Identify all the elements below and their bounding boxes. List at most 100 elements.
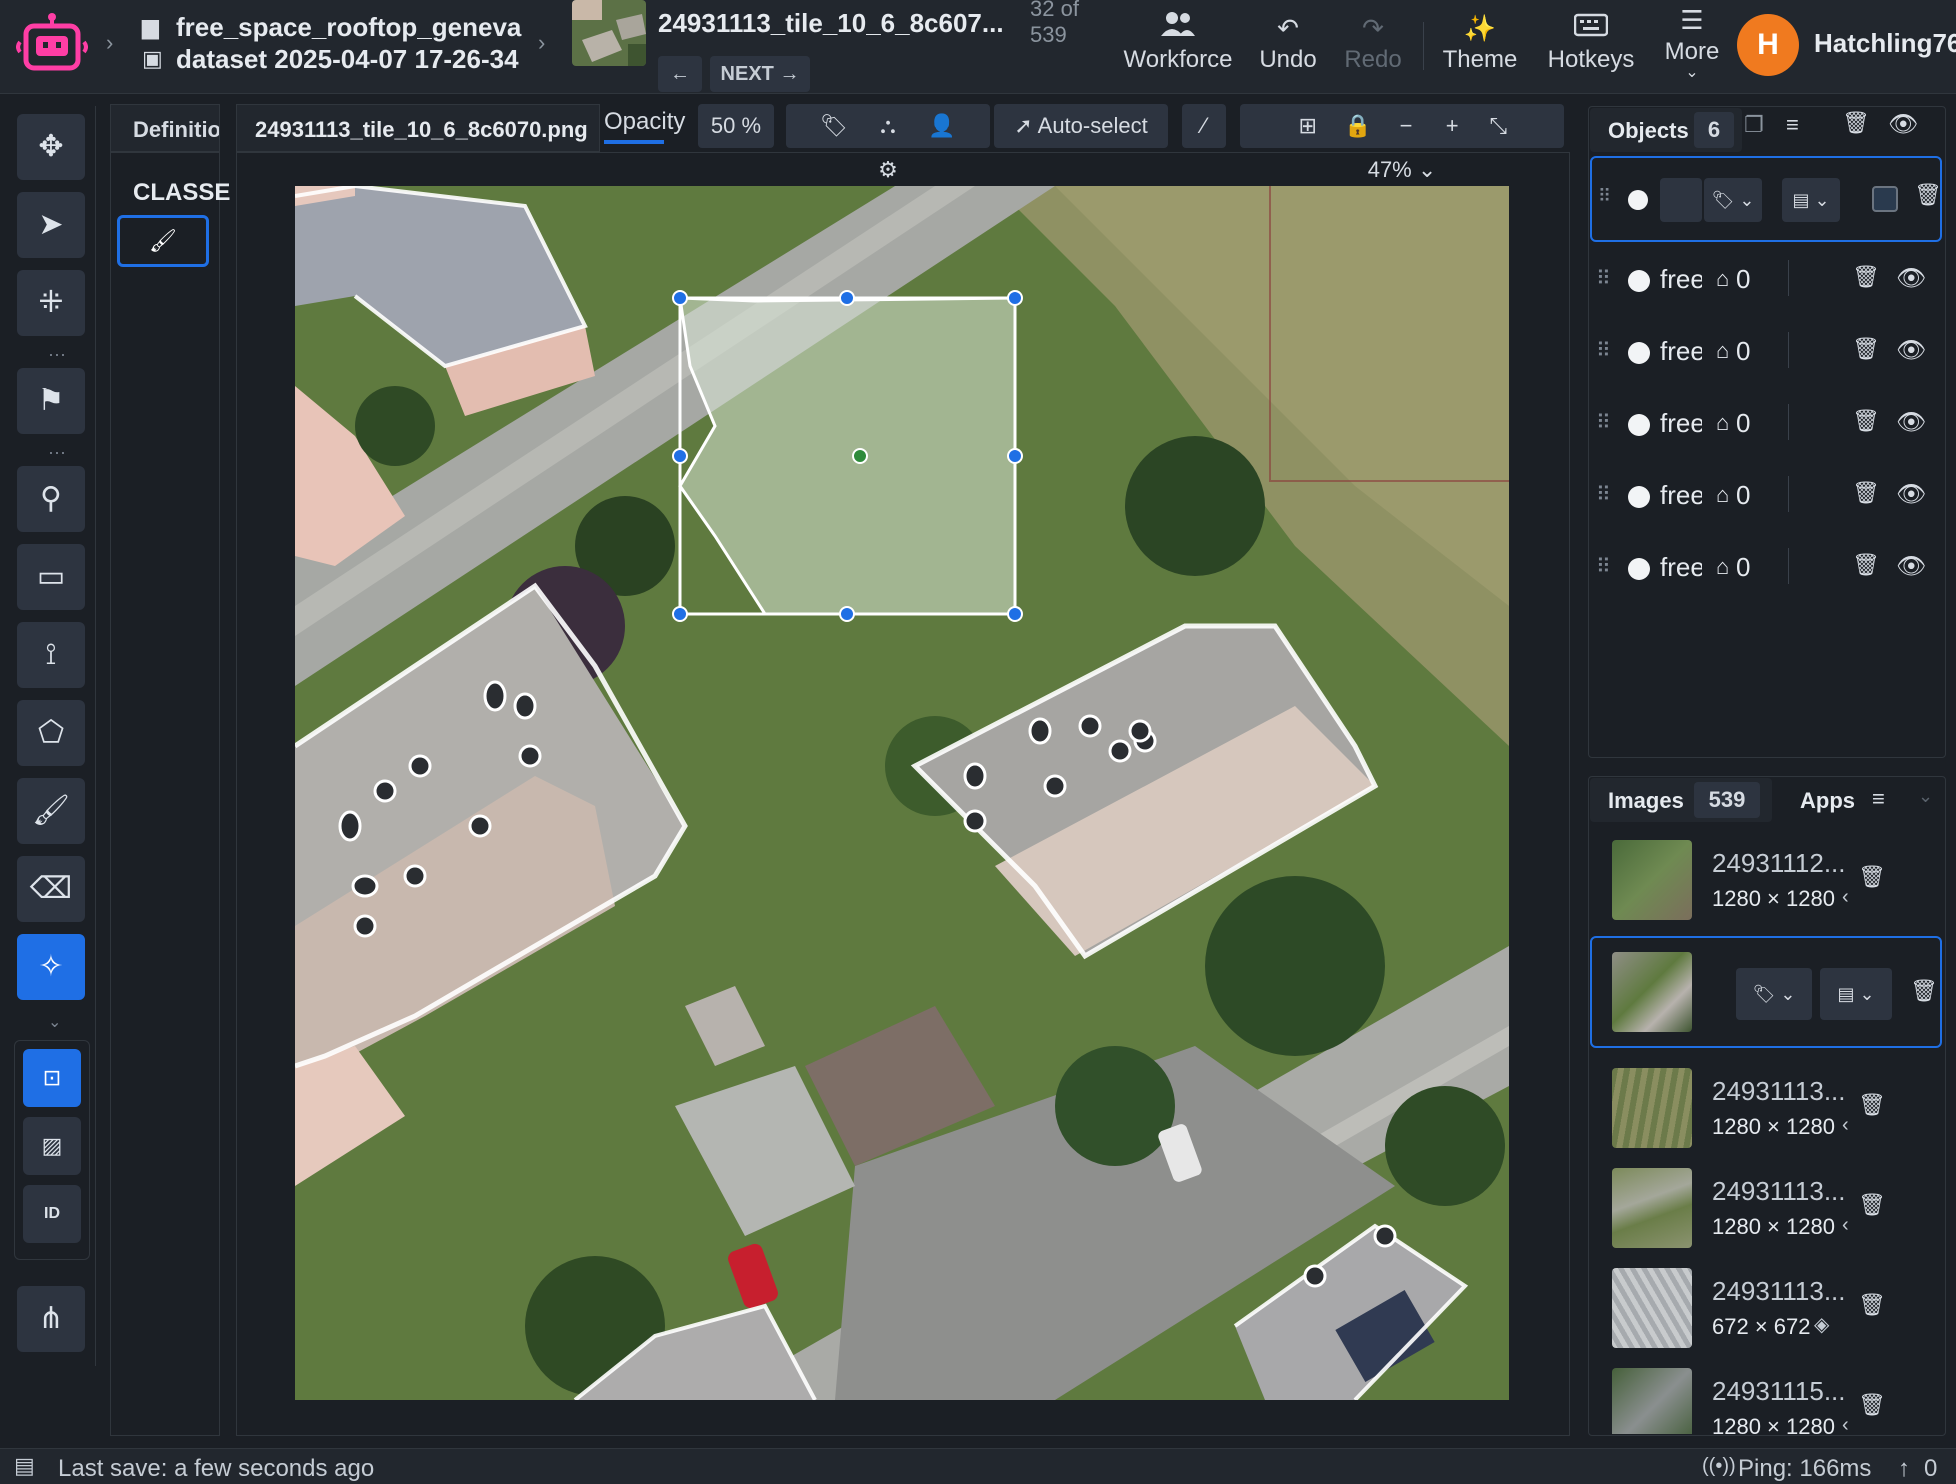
trash-icon[interactable]: 🗑 [1852, 264, 1880, 290]
opacity-slider[interactable] [604, 140, 664, 144]
chevron-right-icon: › [538, 30, 546, 55]
trash-icon[interactable]: 🗑 [1852, 408, 1880, 434]
object-row[interactable]: ⠿ free ⌂ 0 🗑 👁 [1588, 532, 1946, 604]
collapse-icon[interactable]: ⤡ [1478, 104, 1518, 148]
trash-icon[interactable]: 🗑 [1858, 1392, 1886, 1418]
previous-image-button[interactable]: ← [658, 56, 702, 92]
chevron-down-icon[interactable]: ⌄ [48, 1012, 61, 1032]
trash-icon[interactable]: 🗑 [1852, 552, 1880, 578]
tag-dropdown[interactable]: 🏷 ⌄ [1704, 178, 1762, 222]
trash-icon[interactable]: 🗑 [1858, 864, 1886, 890]
filter-icon[interactable]: ≡ [1872, 786, 1885, 812]
avatar[interactable]: H [1737, 14, 1799, 76]
slash-plus-icon[interactable]: ⁄ [1182, 104, 1226, 148]
image-thumbnail [1612, 1168, 1692, 1248]
flag-tool-icon[interactable]: ⚑ [17, 368, 85, 434]
polygon-tool-icon[interactable]: ⬠ [17, 700, 85, 766]
focus-icon[interactable]: ⊡ [23, 1049, 81, 1107]
trash-icon[interactable]: 🗑 [1858, 1292, 1886, 1318]
pan-tool-icon[interactable]: ✥ [17, 114, 85, 180]
more-menu-button[interactable]: ☰ More ⌄ [1660, 2, 1724, 81]
image-list-item[interactable]: 24931113... 672 × 672 ◈ 🗑 [1588, 1256, 1946, 1356]
copy-icon[interactable]: ❐ [1744, 112, 1764, 138]
id-icon[interactable]: ID [23, 1185, 81, 1243]
visibility-checkbox[interactable] [1872, 186, 1898, 212]
image-list-item[interactable]: 24931113... 1280 × 1280 ‹ 🗑 [1588, 1156, 1946, 1256]
hotkeys-button[interactable]: Hotkeys [1542, 10, 1640, 82]
eye-icon[interactable]: 👁 [1888, 110, 1918, 139]
fit-screen-icon[interactable]: ⊞ [1286, 104, 1330, 148]
trash-icon[interactable]: 🗑 [1852, 336, 1880, 362]
eye-icon[interactable]: 👁 [1896, 408, 1926, 437]
drag-handle-icon[interactable]: ⠿ [1596, 266, 1611, 291]
image-list-item[interactable]: 24931113... 1280 × 1280 ‹ 🗑 [1588, 1056, 1946, 1156]
zoom-out-icon[interactable]: − [1386, 104, 1426, 148]
hierarchy-icon[interactable]: ⛬ [864, 104, 912, 148]
tag-icon[interactable]: 🏷 [810, 104, 858, 148]
brush-icon: 🖌 [149, 228, 177, 253]
trash-icon[interactable]: 🗑 [1858, 1092, 1886, 1118]
auto-select-button[interactable]: ➚ Auto-select [994, 104, 1168, 148]
trash-icon[interactable]: 🗑 [1852, 480, 1880, 506]
username[interactable]: Hatchling76 [1814, 28, 1956, 59]
tag-dropdown[interactable]: 🏷 ⌄ [1736, 968, 1812, 1020]
opacity-input[interactable]: 50 % [698, 104, 774, 148]
file-name: 24931113_tile_10_6_8c6070.png [255, 117, 588, 142]
tab-objects[interactable]: Objects 6 [1590, 108, 1742, 152]
workforce-button[interactable]: Workforce [1118, 10, 1238, 82]
rectangle-tool-icon[interactable]: ▭ [17, 544, 85, 610]
eraser-tool-icon[interactable]: ⌫ [17, 856, 85, 922]
filter-icon[interactable]: ≡ [1786, 112, 1799, 138]
drag-handle-icon[interactable]: ⠿ [1598, 186, 1611, 207]
class-item-brush[interactable]: 🖌 [117, 215, 209, 267]
image-list-item[interactable]: 24931112... 1280 × 1280 ‹ 🗑 [1588, 828, 1946, 928]
aerial-image-canvas[interactable] [295, 186, 1509, 1400]
graph-tool-icon[interactable]: ⋔ [17, 1286, 85, 1352]
dataset-link[interactable]: dataset 2025-04-07 17-26-34 [176, 44, 519, 75]
notes-dropdown[interactable]: ▤ ⌄ [1820, 968, 1892, 1020]
trash-icon[interactable]: 🗑 [1858, 1192, 1886, 1218]
object-row[interactable]: ⠿ free ⌂ 0 🗑 👁 [1588, 388, 1946, 460]
eye-icon[interactable]: 👁 [1896, 480, 1926, 509]
app-logo-icon[interactable] [16, 12, 88, 76]
notes-dropdown[interactable]: ▤ ⌄ [1782, 178, 1840, 222]
class-name-field[interactable] [1660, 178, 1702, 222]
select-tool-icon[interactable]: ➤ [17, 192, 85, 258]
object-row-selected[interactable]: ⠿ 🏷 ⌄ ▤ ⌄ 🗑 [1590, 156, 1942, 242]
project-link[interactable]: free_space_rooftop_geneva [176, 12, 521, 43]
drag-handle-icon[interactable]: ⠿ [1596, 338, 1611, 363]
object-row[interactable]: ⠿ free ⌂ 0 🗑 👁 [1588, 460, 1946, 532]
tab-file[interactable]: 24931113_tile_10_6_8c6070.png [236, 104, 600, 152]
eye-icon[interactable]: 👁 [1896, 264, 1926, 293]
hatch-icon[interactable]: ▨ [23, 1117, 81, 1175]
object-row[interactable]: ⠿ free ⌂ 0 🗑 👁 [1588, 244, 1946, 316]
brush-tool-icon[interactable]: 🖌 [17, 778, 85, 844]
undo-button[interactable]: ↶ Undo [1256, 10, 1320, 82]
trash-icon[interactable]: 🗑 [1910, 978, 1938, 1004]
tab-apps[interactable]: Apps [1800, 788, 1855, 814]
drag-handle-icon[interactable]: ⠿ [1596, 554, 1611, 579]
zoom-in-icon[interactable]: + [1432, 104, 1472, 148]
tab-images[interactable]: Images 539 [1590, 778, 1772, 822]
lock-icon[interactable]: 🔒 [1336, 104, 1380, 148]
magic-wand-tool-icon[interactable]: ✧ [17, 934, 85, 1000]
trash-icon[interactable]: 🗑 [1914, 182, 1942, 208]
image-list-item[interactable]: 24931115... 1280 × 1280 ‹ 🗑 [1588, 1356, 1946, 1434]
eye-icon[interactable]: 👁 [1896, 336, 1926, 365]
class-color-dot [1628, 486, 1650, 508]
drag-handle-icon[interactable]: ⠿ [1596, 410, 1611, 435]
drag-handle-icon[interactable]: ⠿ [1596, 482, 1611, 507]
eye-icon[interactable]: 👁 [1896, 552, 1926, 581]
person-icon[interactable]: 👤 [918, 104, 966, 148]
move-points-tool-icon[interactable]: ⁜ [17, 270, 85, 336]
keypoint-tool-icon[interactable]: ⚲ [17, 466, 85, 532]
polyline-tool-icon[interactable]: ⟟ [17, 622, 85, 688]
object-row[interactable]: ⠿ free ⌂ 0 🗑 👁 [1588, 316, 1946, 388]
image-list-item-selected[interactable]: 🏷 ⌄ ▤ ⌄ 🗑 [1590, 936, 1942, 1048]
redo-button[interactable]: ↷ Redo [1340, 10, 1406, 82]
tab-definitions[interactable]: Definitio [110, 104, 220, 152]
theme-button[interactable]: ✨ Theme [1440, 10, 1520, 82]
next-image-button[interactable]: NEXT → [710, 56, 810, 92]
trash-icon[interactable]: 🗑 [1842, 110, 1870, 136]
chevron-down-icon[interactable]: ⌄ [1918, 786, 1933, 807]
